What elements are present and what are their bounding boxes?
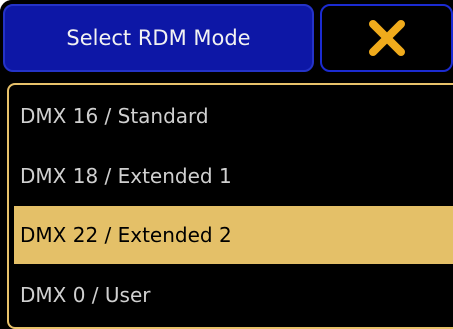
list-item-label: DMX 22 / Extended 2 (20, 223, 232, 247)
dialog-title: Select RDM Mode (66, 26, 251, 50)
dialog-header: Select RDM Mode (0, 0, 453, 80)
list-item[interactable]: DMX 16 / Standard (14, 87, 453, 145)
select-rdm-mode-dialog: Select RDM Mode DMX 16 / Standard DMX 18… (0, 0, 453, 329)
list-item[interactable]: DMX 18 / Extended 1 (14, 147, 453, 205)
list-item[interactable]: DMX 0 / User (14, 266, 453, 324)
close-x-icon (368, 20, 405, 56)
close-button[interactable] (320, 4, 453, 72)
dialog-title-button[interactable]: Select RDM Mode (3, 4, 314, 72)
list-item-label: DMX 16 / Standard (20, 104, 209, 128)
list-item-label: DMX 18 / Extended 1 (20, 164, 232, 188)
rdm-mode-list: DMX 16 / Standard DMX 18 / Extended 1 DM… (7, 83, 453, 329)
list-item-label: DMX 0 / User (20, 283, 151, 307)
list-item-selected[interactable]: DMX 22 / Extended 2 (14, 206, 453, 264)
